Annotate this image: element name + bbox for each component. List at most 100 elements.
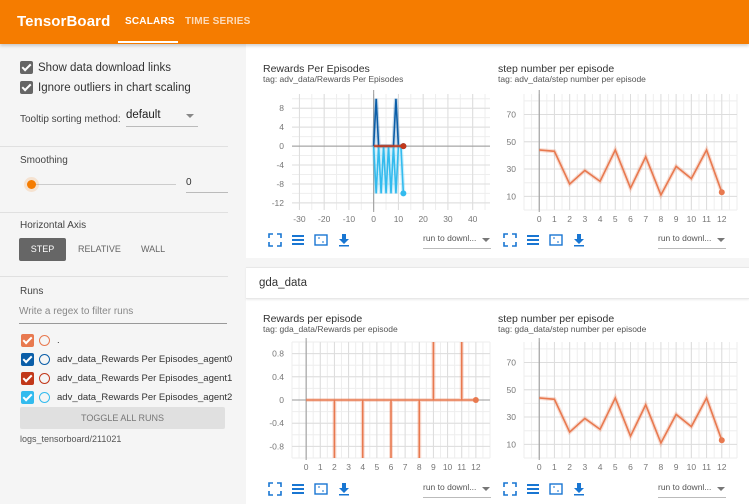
chart-toolbar xyxy=(268,233,360,247)
run-to-download-label: run to downl... xyxy=(423,233,477,243)
chart-toolbar xyxy=(503,233,595,247)
chevron-down-icon xyxy=(717,238,725,242)
run-name: adv_data_Rewards Per Episodes_agent1 xyxy=(57,373,233,384)
run-color-circle-icon[interactable] xyxy=(39,392,50,403)
x-tick-label: -10 xyxy=(343,214,356,224)
y-tick-label: -0.8 xyxy=(269,441,284,451)
x-tick-label: 0 xyxy=(537,214,542,224)
chart-tag: tag: gda_data/Rewards per episode xyxy=(263,324,398,334)
run-color-circle-icon[interactable] xyxy=(39,373,50,384)
run-checkbox[interactable] xyxy=(21,391,34,404)
run-color-circle-icon[interactable] xyxy=(39,354,50,365)
run-checkbox[interactable] xyxy=(21,353,34,366)
x-tick-label: 5 xyxy=(613,214,618,224)
x-tick-label: 1 xyxy=(318,462,323,472)
fit-domain-icon[interactable] xyxy=(314,233,328,247)
chart-toolbar xyxy=(268,482,360,496)
chevron-down-icon xyxy=(482,487,490,491)
fullscreen-icon[interactable] xyxy=(268,233,282,247)
chart-adv-rewards[interactable]: -30 -20 -10 0 10 20 30 40840-4-8-12 xyxy=(262,88,494,226)
x-tick-label: 4 xyxy=(360,462,365,472)
run-filter-input[interactable]: Write a regex to filter runs xyxy=(19,306,227,324)
run-to-download-select[interactable]: run to downl... xyxy=(658,482,726,498)
run-to-download-select[interactable]: run to downl... xyxy=(423,482,491,498)
x-tick-label: 11 xyxy=(702,462,711,472)
data-table-icon[interactable] xyxy=(291,233,305,247)
y-tick-label: 0 xyxy=(279,141,284,151)
y-tick-label: -12 xyxy=(272,198,285,208)
x-tick-label: 8 xyxy=(659,462,664,472)
chart-tag: tag: gda_data/step number per episode xyxy=(498,324,647,334)
chart-tag: tag: adv_data/step number per episode xyxy=(498,74,646,84)
y-tick-label: 30 xyxy=(507,164,517,174)
run-item[interactable]: adv_data_Rewards Per Episodes_agent2 xyxy=(21,391,232,404)
x-tick-label: 1 xyxy=(552,462,557,472)
y-tick-label: 0.4 xyxy=(272,372,284,382)
x-tick-label: 10 xyxy=(443,462,453,472)
group-header-gda-data[interactable]: gda_data xyxy=(246,267,749,299)
x-tick-label: 8 xyxy=(659,214,664,224)
settings-section xyxy=(0,44,228,147)
x-tick-label: 5 xyxy=(613,462,618,472)
run-checkbox[interactable] xyxy=(21,334,34,347)
chart-gda-steps[interactable]: 0 1 2 3 4 5 6 7 8 9 10 11 1270503010 xyxy=(497,338,749,476)
y-tick-label: 50 xyxy=(507,137,517,147)
chart-adv-steps[interactable]: 0 1 2 3 4 5 6 7 8 9 10 11 1270503010 xyxy=(497,88,749,226)
fit-domain-icon[interactable] xyxy=(314,482,328,496)
fullscreen-icon[interactable] xyxy=(503,233,517,247)
x-tick-label: 11 xyxy=(702,214,711,224)
x-tick-label: 6 xyxy=(628,214,633,224)
x-tick-label: -30 xyxy=(293,214,306,224)
top-app-bar: TensorBoard SCALARS TIME SERIES xyxy=(0,0,749,44)
x-tick-label: 4 xyxy=(598,214,603,224)
data-table-icon[interactable] xyxy=(526,482,540,496)
x-tick-label: 12 xyxy=(717,462,727,472)
toggle-all-runs-button[interactable]: TOGGLE ALL RUNS xyxy=(20,407,225,429)
run-checkbox[interactable] xyxy=(21,372,34,385)
horizontal-axis-section xyxy=(0,213,228,277)
x-tick-label: 9 xyxy=(674,214,679,224)
fullscreen-icon[interactable] xyxy=(268,482,282,496)
fit-domain-icon[interactable] xyxy=(549,482,563,496)
series-last-point xyxy=(718,437,725,444)
run-item[interactable]: adv_data_Rewards Per Episodes_agent0 xyxy=(21,353,232,366)
tab-time-series[interactable]: TIME SERIES xyxy=(185,16,251,27)
download-icon[interactable] xyxy=(337,482,351,496)
data-table-icon[interactable] xyxy=(526,233,540,247)
chart-gda-rewards[interactable]: 0 1 2 3 4 5 6 7 8 9 10 11 120.80.40-0.4-0.8 xyxy=(262,338,494,476)
fullscreen-icon[interactable] xyxy=(503,482,517,496)
download-icon[interactable] xyxy=(337,233,351,247)
x-tick-label: 7 xyxy=(643,462,648,472)
x-tick-label: 30 xyxy=(443,214,453,224)
fit-domain-icon[interactable] xyxy=(549,233,563,247)
x-tick-label: 5 xyxy=(374,462,379,472)
x-tick-label: 2 xyxy=(567,462,572,472)
x-tick-label: 0 xyxy=(304,462,309,472)
run-name: . xyxy=(57,335,60,346)
data-table-icon[interactable] xyxy=(291,482,305,496)
chevron-down-icon xyxy=(482,238,490,242)
run-filter-placeholder: Write a regex to filter runs xyxy=(19,306,134,317)
runs-label: Runs xyxy=(20,286,44,297)
run-item[interactable]: . xyxy=(21,334,60,347)
tab-scalars[interactable]: SCALARS xyxy=(125,16,175,27)
run-color-circle-icon[interactable] xyxy=(39,335,50,346)
run-to-download-label: run to downl... xyxy=(658,233,712,243)
run-to-download-select[interactable]: run to downl... xyxy=(423,233,491,249)
download-icon[interactable] xyxy=(572,482,586,496)
y-tick-label: -4 xyxy=(276,160,284,170)
run-to-download-select[interactable]: run to downl... xyxy=(658,233,726,249)
x-tick-label: 7 xyxy=(403,462,408,472)
chart-toolbar xyxy=(503,482,595,496)
series-last-point xyxy=(472,397,479,403)
run-item[interactable]: adv_data_Rewards Per Episodes_agent1 xyxy=(21,372,232,385)
log-directory: logs_tensorboard/211021 xyxy=(20,434,122,444)
download-icon[interactable] xyxy=(572,233,586,247)
y-tick-label: 4 xyxy=(279,122,284,132)
app-title: TensorBoard xyxy=(17,13,111,30)
x-tick-label: 3 xyxy=(582,462,587,472)
y-tick-label: 70 xyxy=(507,357,517,367)
y-tick-label: 10 xyxy=(507,439,517,449)
sidebar: Show data download links Ignore outliers… xyxy=(0,44,243,504)
run-to-download-label: run to downl... xyxy=(423,482,477,492)
